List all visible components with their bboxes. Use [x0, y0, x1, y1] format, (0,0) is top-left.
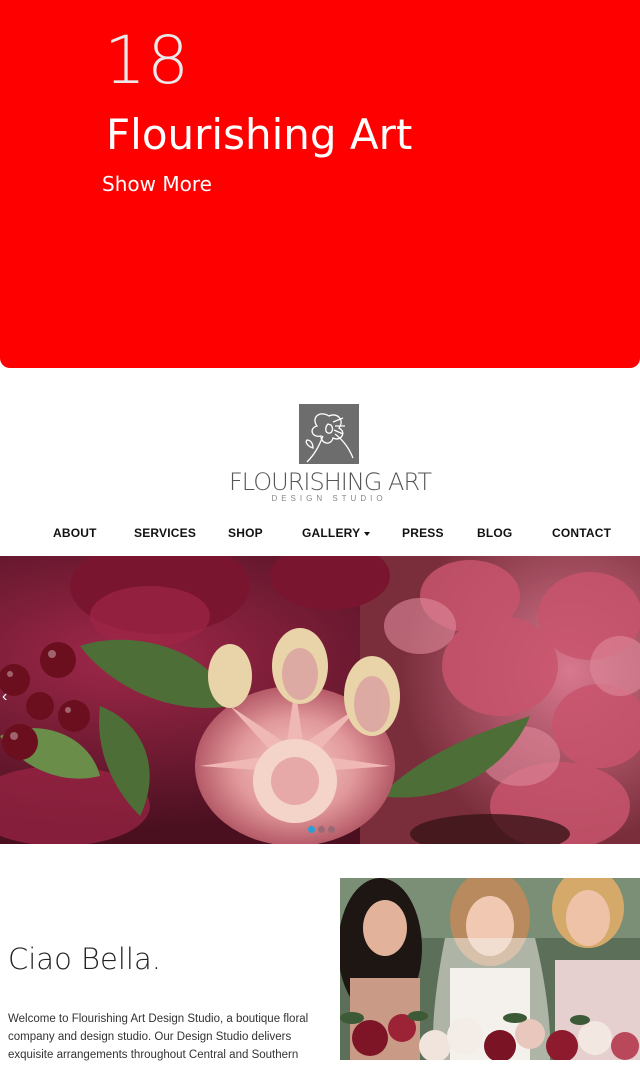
nav-item-shop[interactable]: SHOP [228, 526, 263, 540]
nav-item-contact[interactable]: CONTACT [552, 526, 611, 540]
nav-item-gallery[interactable]: GALLERY [302, 526, 371, 540]
site-logo[interactable]: FLOURISHING ART DESIGN STUDIO [0, 404, 640, 504]
logo-subtitle: DESIGN STUDIO [271, 494, 387, 503]
logo-name: FLOURISHING ART [228, 468, 432, 496]
slider-dot[interactable] [328, 826, 335, 833]
hero-image [0, 556, 640, 844]
caret-down-icon [364, 531, 371, 536]
promo-card: 18 Flourishing Art Show More [0, 0, 640, 368]
nav-item-press[interactable]: PRESS [402, 526, 444, 540]
chevron-left-icon[interactable]: ‹ [2, 688, 7, 706]
slider-dot[interactable] [318, 826, 325, 833]
section-heading: Ciao Bella. [8, 942, 161, 976]
nav-item-about[interactable]: ABOUT [53, 526, 97, 540]
nav-item-services[interactable]: SERVICES [134, 526, 196, 540]
promo-title: Flourishing Art [106, 110, 413, 159]
main-nav: ABOUT SERVICES SHOP GALLERY PRESS BLOG C… [0, 526, 640, 548]
hero-slider[interactable]: ‹ [0, 556, 640, 844]
bridal-party-photo [340, 878, 640, 1060]
slider-dot-active[interactable] [308, 826, 315, 833]
intro-paragraph: Welcome to Flourishing Art Design Studio… [8, 1013, 309, 1061]
nav-item-blog[interactable]: BLOG [477, 526, 512, 540]
promo-number: 18 [104, 22, 190, 99]
show-more-link[interactable]: Show More [102, 172, 212, 196]
flower-logo-icon [299, 404, 359, 464]
